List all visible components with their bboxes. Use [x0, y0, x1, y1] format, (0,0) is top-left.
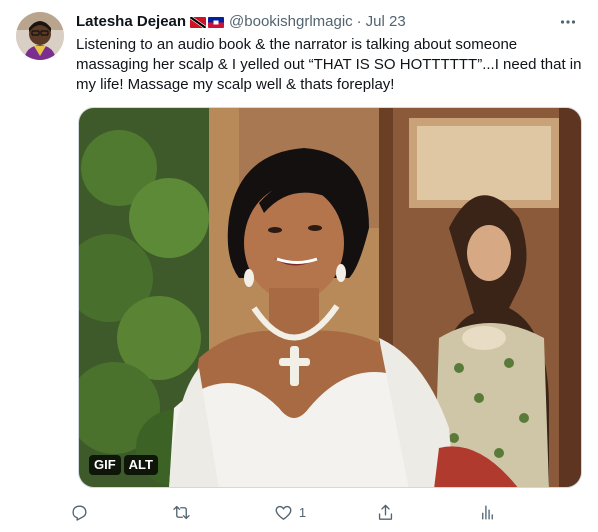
tweet-timestamp[interactable]: Jul 23: [366, 12, 406, 32]
media-badges: GIF ALT: [89, 455, 158, 475]
alt-badge[interactable]: ALT: [123, 455, 158, 475]
tweet-header: Latesha Dejean @bookishgrlmagic · Jul 23: [76, 12, 582, 32]
author-display-name[interactable]: Latesha Dejean: [76, 12, 186, 32]
avatar[interactable]: [16, 12, 64, 60]
more-horizontal-icon[interactable]: [554, 8, 582, 36]
gif-still-image: [79, 108, 581, 487]
haiti-flag-icon: [208, 16, 225, 28]
retweet-button[interactable]: [172, 503, 204, 522]
tweet-actions: 1: [70, 498, 510, 526]
analytics-button[interactable]: [478, 503, 510, 522]
like-count: 1: [298, 504, 307, 520]
reply-button[interactable]: [70, 503, 102, 522]
author-handle[interactable]: @bookishgrlmagic: [229, 12, 353, 32]
retweet-icon: [172, 503, 191, 522]
author-flags: [190, 16, 225, 28]
tweet-media-gif[interactable]: GIF ALT: [78, 107, 582, 488]
heart-icon: [274, 503, 293, 522]
analytics-icon: [478, 503, 497, 522]
like-button[interactable]: 1: [274, 503, 306, 522]
separator-dot: ·: [356, 13, 362, 30]
share-button[interactable]: [376, 503, 408, 522]
gif-badge: GIF: [89, 455, 121, 475]
share-icon: [376, 503, 395, 522]
trinidad-and-tobago-flag-icon: [190, 16, 207, 28]
reply-icon: [70, 503, 89, 522]
tweet-content: Latesha Dejean @bookishgrlmagic · Jul 23…: [76, 12, 582, 95]
tweet-card[interactable]: Latesha Dejean @bookishgrlmagic · Jul 23…: [0, 0, 598, 532]
tweet-text: Listening to an audio book & the narrato…: [76, 36, 586, 93]
